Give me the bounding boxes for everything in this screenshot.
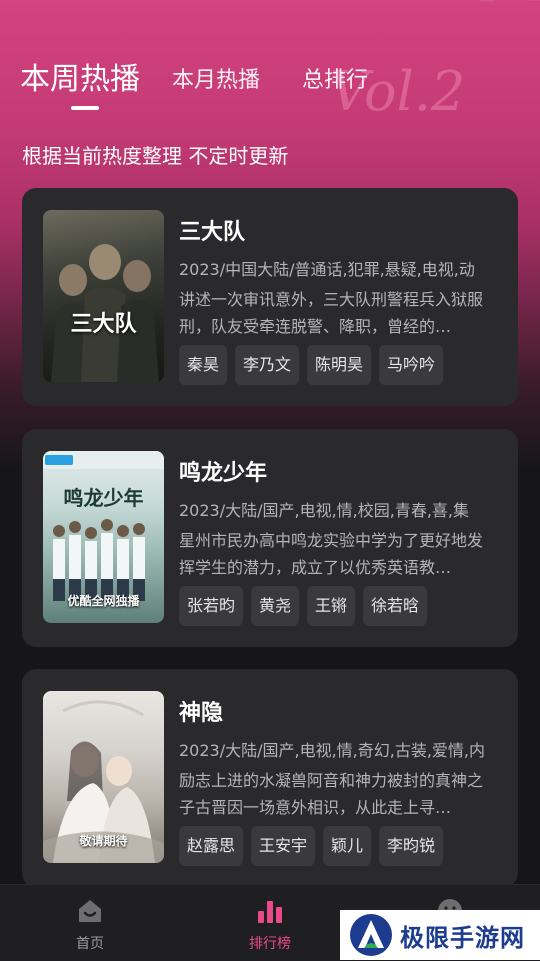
cast-tag[interactable]: 黄尧 [251,586,300,626]
cast-tag[interactable]: 李昀锐 [379,826,444,866]
cast-tag[interactable]: 李乃文 [235,345,300,385]
poster-caption: 敬请期待 [79,834,128,848]
cast-tags: 张若昀 黄尧 王锵 徐若晗 [179,586,428,626]
cast-tag[interactable]: 王锵 [307,586,356,626]
drama-meta: 2023/中国大陆/普通话,犯罪,悬疑,电视,动 [179,260,475,279]
drama-description: 励志上进的水凝兽阿音和神力被封的真神之子古晋因一场意外相识，从此走上寻… [179,771,484,817]
active-tab-indicator [71,106,99,110]
cast-tag[interactable]: 张若昀 [179,586,244,626]
poster-caption: 优酷全网独播 [67,594,140,608]
drama-meta: 2023/大陆/国产,电视,情,奇幻,古装,爱情,内 [179,741,486,760]
cast-tag[interactable]: 陈明昊 [307,345,372,385]
poster-image: 敬请期待 [43,691,164,863]
cast-tags: 赵露思 王安宇 颖儿 李昀锐 [179,826,444,866]
cast-tags: 秦昊 李乃文 陈明昊 马吟吟 [179,345,444,385]
hero-decoration: LOVE [458,0,540,10]
drama-description: 星州市民办高中鸣龙实验中学为了更好地发挥学生的潜力，成立了以优秀英语教… [179,531,484,577]
drama-meta: 2023/大陆/国产,电视,情,校园,青春,喜,集 [179,501,470,520]
chart-bars-icon [258,901,282,923]
site-watermark: 极限手游网 [340,910,540,960]
drama-title: 神隐 [179,701,224,726]
watermark-logo-icon [350,914,392,956]
page-subtitle: 根据当前热度整理 不定时更新 [22,144,289,168]
drama-card[interactable]: 敬请期待 神隐 2023/大陆/国产,电视,情,奇幻,古装,爱情,内 励志上进的… [22,669,518,887]
cast-tag[interactable]: 秦昊 [179,345,228,385]
cast-tag[interactable]: 马吟吟 [379,345,444,385]
cast-tag[interactable]: 赵露思 [179,826,244,866]
watermark-text: 极限手游网 [400,923,525,952]
tab-overall[interactable]: 总排行 [302,62,368,94]
drama-title: 三大队 [179,220,246,245]
drama-description: 讲述一次审讯意外，三大队刑警程兵入狱服刑，队友受牵连脱警、降职，曾经的… [179,290,484,336]
cast-tag[interactable]: 王安宇 [251,826,316,866]
nav-ranking[interactable]: 排行榜 [220,885,320,961]
poster-image: 三大队 [43,210,164,382]
poster-title: 鸣龙少年 [63,486,144,510]
nav-label: 首页 [76,936,104,952]
nav-label: 排行榜 [249,936,291,952]
tab-monthly[interactable]: 本月热播 [172,62,260,94]
nav-home[interactable]: 首页 [40,885,140,961]
tab-weekly[interactable]: 本周热播 [20,54,140,98]
drama-card[interactable]: 三大队 三大队 2023/中国大陆/普通话,犯罪,悬疑,电视,动 讲述一次审讯意… [22,188,518,406]
drama-title: 鸣龙少年 [179,461,268,486]
poster-image: 鸣龙少年 优酷全网独播 [43,451,164,623]
home-icon [79,900,101,922]
cast-tag[interactable]: 徐若晗 [363,586,428,626]
cast-tag[interactable]: 颖儿 [323,826,372,866]
poster-title: 三大队 [70,311,137,337]
poster-figures [51,244,159,382]
drama-card[interactable]: 鸣龙少年 优酷全网独播 鸣龙少年 2023/大陆/国产,电视,情,校园,青春,喜… [22,429,518,647]
